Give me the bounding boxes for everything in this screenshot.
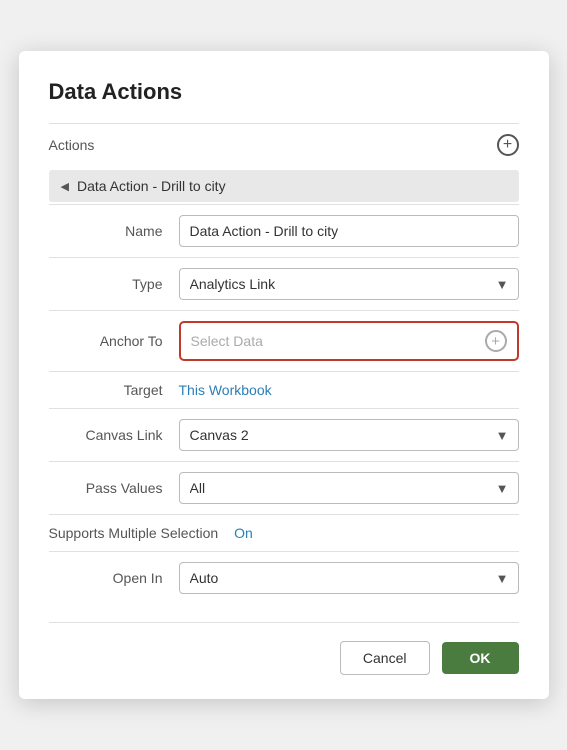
pass-values-select-wrap: All Selected None ▼ bbox=[179, 472, 519, 504]
supports-multiple-row: Supports Multiple Selection On bbox=[49, 514, 519, 551]
actions-label: Actions bbox=[49, 137, 95, 153]
type-label: Type bbox=[49, 276, 179, 292]
open-in-select[interactable]: Auto New Tab Same Tab bbox=[179, 562, 519, 594]
pass-values-label: Pass Values bbox=[49, 480, 179, 496]
open-in-select-wrap: Auto New Tab Same Tab ▼ bbox=[179, 562, 519, 594]
data-actions-dialog: Data Actions Actions + ◀ Data Action - D… bbox=[19, 51, 549, 699]
name-label: Name bbox=[49, 223, 179, 239]
action-item[interactable]: ◀ Data Action - Drill to city bbox=[49, 170, 519, 202]
target-field-row: Target This Workbook bbox=[49, 371, 519, 408]
anchor-to-label: Anchor To bbox=[49, 333, 179, 349]
pass-values-select[interactable]: All Selected None bbox=[179, 472, 519, 504]
cancel-button[interactable]: Cancel bbox=[340, 641, 430, 675]
open-in-field-row: Open In Auto New Tab Same Tab ▼ bbox=[49, 551, 519, 604]
name-field-row: Name bbox=[49, 204, 519, 257]
canvas-link-select[interactable]: Canvas 1 Canvas 2 Canvas 3 bbox=[179, 419, 519, 451]
dialog-title: Data Actions bbox=[49, 79, 519, 105]
target-link[interactable]: This Workbook bbox=[179, 382, 272, 398]
pass-values-field-row: Pass Values All Selected None ▼ bbox=[49, 461, 519, 514]
ok-button[interactable]: OK bbox=[442, 642, 519, 674]
action-item-label: Data Action - Drill to city bbox=[77, 178, 226, 194]
type-select-wrap: Analytics Link URL Navigation ▼ bbox=[179, 268, 519, 300]
type-select[interactable]: Analytics Link URL Navigation bbox=[179, 268, 519, 300]
footer-row: Cancel OK bbox=[49, 622, 519, 675]
anchor-add-button[interactable]: + bbox=[485, 330, 507, 352]
canvas-link-label: Canvas Link bbox=[49, 427, 179, 443]
open-in-label: Open In bbox=[49, 570, 179, 586]
anchor-to-row: Anchor To Select Data + bbox=[49, 310, 519, 371]
canvas-link-select-wrap: Canvas 1 Canvas 2 Canvas 3 ▼ bbox=[179, 419, 519, 451]
collapse-icon: ◀ bbox=[61, 180, 69, 193]
name-input[interactable] bbox=[179, 215, 519, 247]
actions-section-row: Actions + bbox=[49, 123, 519, 166]
type-field-row: Type Analytics Link URL Navigation ▼ bbox=[49, 257, 519, 310]
canvas-link-field-row: Canvas Link Canvas 1 Canvas 2 Canvas 3 ▼ bbox=[49, 408, 519, 461]
target-label: Target bbox=[49, 382, 179, 398]
anchor-placeholder: Select Data bbox=[191, 333, 263, 349]
add-action-button[interactable]: + bbox=[497, 134, 519, 156]
anchor-to-box[interactable]: Select Data + bbox=[179, 321, 519, 361]
supports-multiple-value[interactable]: On bbox=[234, 525, 253, 541]
supports-multiple-label: Supports Multiple Selection bbox=[49, 525, 235, 541]
